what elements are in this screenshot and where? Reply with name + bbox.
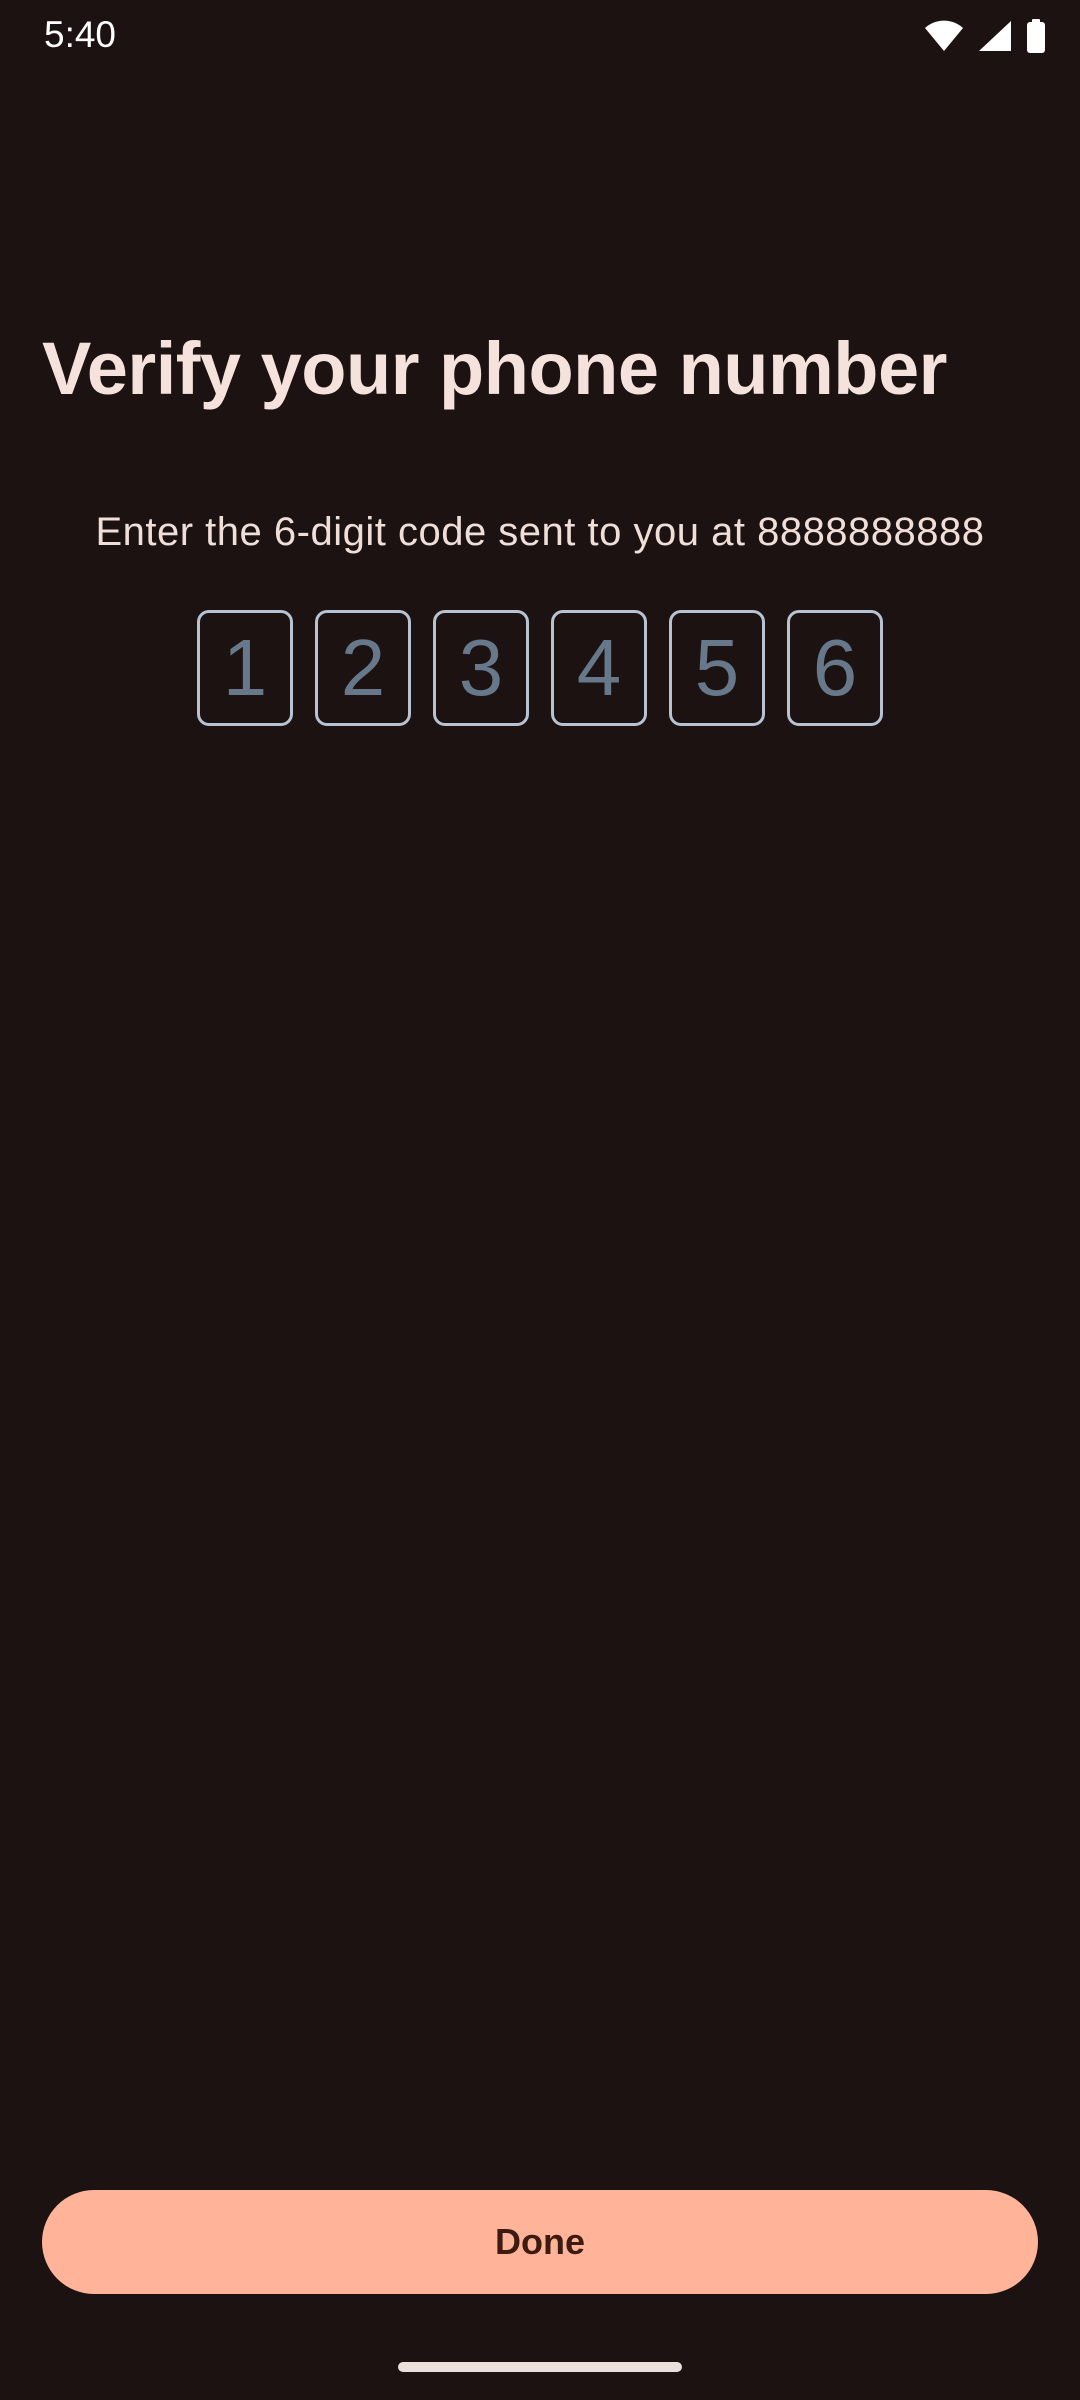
wifi-icon (924, 20, 964, 52)
code-digit-3[interactable]: 3 (433, 610, 529, 726)
battery-icon (1026, 19, 1046, 53)
page-title: Verify your phone number (42, 327, 947, 410)
cell-signal-icon (978, 20, 1012, 52)
code-digit-1[interactable]: 1 (197, 610, 293, 726)
verify-phone-screen: 5:40 Verify your phone number Enter the … (0, 0, 1080, 2400)
verification-code-input[interactable]: 1 2 3 4 5 6 (0, 610, 1080, 726)
status-bar: 5:40 (0, 0, 1080, 72)
code-digit-4[interactable]: 4 (551, 610, 647, 726)
code-digit-6[interactable]: 6 (787, 610, 883, 726)
instruction-text: Enter the 6-digit code sent to you at 88… (95, 510, 985, 554)
code-digit-5[interactable]: 5 (669, 610, 765, 726)
status-time: 5:40 (44, 14, 117, 55)
done-button[interactable]: Done (42, 2190, 1038, 2294)
status-icons (924, 18, 1046, 54)
code-digit-2[interactable]: 2 (315, 610, 411, 726)
navigation-handle[interactable] (398, 2362, 682, 2372)
